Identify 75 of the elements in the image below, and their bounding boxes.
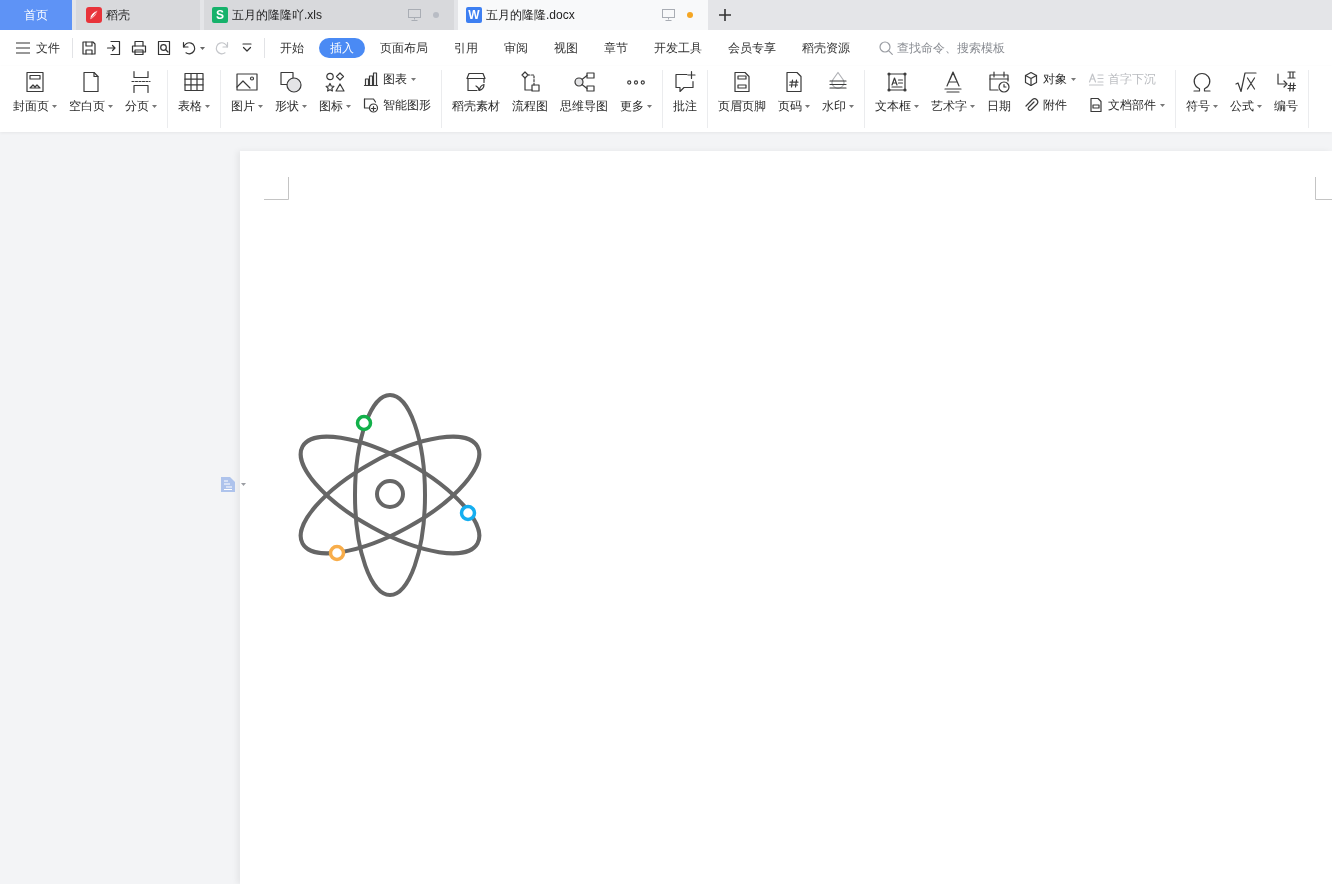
ribbon-button[interactable]: 符号 [1186, 70, 1218, 128]
menu-tab[interactable]: 会员专享 [717, 38, 787, 58]
ribbon-button[interactable]: 对象 [1023, 70, 1076, 88]
table-icon [182, 70, 206, 94]
menu-tab[interactable]: 章节 [593, 38, 639, 58]
square-root-icon [1234, 70, 1258, 94]
ribbon-button[interactable]: 文本框 [875, 70, 919, 128]
ribbon-button[interactable]: 流程图 [512, 70, 548, 128]
export-icon[interactable] [106, 40, 122, 56]
ribbon-button[interactable]: 批注 [673, 70, 697, 128]
search-icon [878, 40, 894, 56]
menu-tab[interactable]: 稻壳资源 [791, 38, 861, 58]
plus-icon[interactable] [718, 8, 732, 22]
ribbon-button[interactable]: 分页 [125, 70, 157, 128]
file-menu-button[interactable]: 文件 [14, 39, 64, 57]
crop-mark [1315, 177, 1332, 200]
page-break-icon [129, 70, 153, 94]
shapes-icon [279, 70, 303, 94]
menu-tab[interactable]: 页面布局 [369, 38, 439, 58]
menu-tab[interactable]: 视图 [543, 38, 589, 58]
document-part-icon [1088, 97, 1104, 113]
ribbon-button[interactable]: 思维导图 [560, 70, 608, 128]
drop-cap-icon [1088, 71, 1104, 87]
ribbon-button[interactable]: 表格 [178, 70, 210, 128]
ribbon-button[interactable]: 艺术字 [931, 70, 975, 128]
picture-icon [235, 70, 259, 94]
file-type-logo: S [212, 7, 228, 23]
ribbon-button[interactable]: 智能图形 [363, 96, 431, 114]
menu-tab[interactable]: 开发工具 [643, 38, 713, 58]
print-preview-icon[interactable] [156, 40, 172, 56]
paperclip-icon [1023, 97, 1039, 113]
bar-chart-icon [363, 71, 379, 87]
ribbon-button[interactable]: 文档部件 [1088, 96, 1165, 114]
save-icon[interactable] [81, 40, 97, 56]
comment-add-icon [673, 70, 697, 94]
ribbon-button[interactable]: 页码 [778, 70, 810, 128]
ribbon-button[interactable]: 稻壳素材 [452, 70, 500, 128]
text-box-icon [885, 70, 909, 94]
menu-icon [16, 42, 30, 54]
ribbon-button[interactable]: 页眉页脚 [718, 70, 766, 128]
leaf-logo-icon [86, 7, 102, 23]
mind-map-icon [572, 70, 596, 94]
document-tab[interactable]: W 五月的隆隆.docx [458, 0, 708, 30]
ribbon-button[interactable]: 封面页 [13, 70, 57, 128]
smart-graphic-icon [363, 97, 379, 113]
ribbon-button[interactable]: 更多 [620, 70, 652, 128]
caret-icon[interactable] [241, 483, 246, 486]
ribbon-button[interactable]: 水印 [822, 70, 854, 128]
calendar-clock-icon [987, 70, 1011, 94]
undo-icon[interactable] [181, 40, 197, 56]
cube-icon [1023, 71, 1039, 87]
numbering-icon [1274, 70, 1298, 94]
ribbon-button[interactable]: 编号 [1274, 70, 1298, 128]
cover-page-icon [23, 70, 47, 94]
icon-set-icon [323, 70, 347, 94]
document-tab[interactable]: S 五月的隆隆吖.xls [204, 0, 454, 30]
tab[interactable]: 稻壳 [76, 0, 200, 30]
ribbon-button[interactable]: 图片 [231, 70, 263, 128]
menu-tab[interactable]: 审阅 [493, 38, 539, 58]
ribbon-button[interactable]: 日期 [987, 70, 1011, 128]
more-dots-icon [627, 79, 645, 85]
menu-tab[interactable]: 引用 [443, 38, 489, 58]
print-icon[interactable] [131, 40, 147, 56]
caret-icon [200, 46, 205, 50]
ribbon-button[interactable]: 附件 [1023, 96, 1076, 114]
search-field[interactable]: 查找命令、搜索模板 [897, 41, 1027, 55]
ribbon-button[interactable]: 图表 [363, 70, 431, 88]
file-type-logo: W [466, 7, 482, 23]
ribbon-button[interactable]: 图标 [319, 70, 351, 128]
ribbon-button[interactable]: 形状 [275, 70, 307, 128]
menu-tab[interactable]: 开始 [269, 38, 315, 58]
storefront-icon [464, 70, 488, 94]
ribbon-button[interactable]: 公式 [1230, 70, 1262, 128]
ribbon-button[interactable]: 空白页 [69, 70, 113, 128]
crop-mark [264, 177, 289, 200]
